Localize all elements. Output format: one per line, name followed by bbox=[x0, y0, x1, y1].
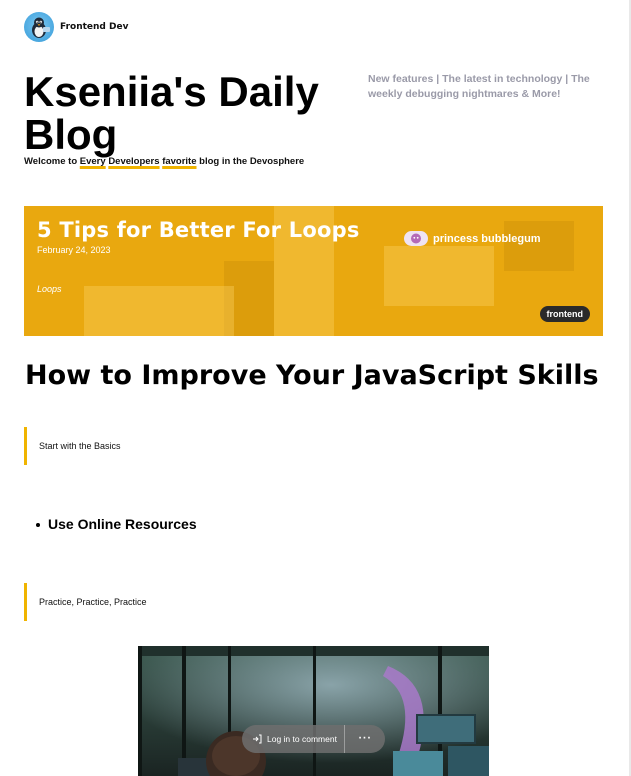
welcome-part: blog in the Devosphere bbox=[196, 156, 305, 167]
blog-tagline: New features | The latest in technology … bbox=[368, 73, 590, 100]
blockquote-text: Start with the Basics bbox=[39, 441, 121, 451]
blockquote-start-basics: Start with the Basics bbox=[24, 427, 427, 465]
welcome-text: Welcome to Every Developers favorite blo… bbox=[24, 156, 304, 167]
login-label: Log in to comment bbox=[267, 734, 337, 744]
login-icon bbox=[253, 734, 262, 744]
welcome-highlight-developers: Developers bbox=[108, 156, 160, 167]
featured-post-card[interactable]: 5 Tips for Better For Loops February 24,… bbox=[24, 206, 603, 336]
article-image bbox=[138, 646, 489, 776]
penguin-icon bbox=[24, 12, 54, 42]
welcome-part: Welcome to bbox=[24, 156, 80, 167]
author-avatar-icon bbox=[404, 231, 428, 246]
list-item-text: Use Online Resources bbox=[48, 516, 197, 532]
featured-post-date: February 24, 2023 bbox=[37, 245, 111, 255]
card-background-shape bbox=[504, 221, 574, 271]
brand-name: Frontend Dev bbox=[60, 22, 129, 32]
list-item: Use Online Resources bbox=[36, 516, 197, 532]
welcome-highlight-favorite: favorite bbox=[162, 156, 197, 167]
featured-post-category[interactable]: Loops bbox=[37, 284, 62, 294]
blockquote-text: Practice, Practice, Practice bbox=[39, 597, 147, 607]
blockquote-practice: Practice, Practice, Practice bbox=[24, 583, 427, 621]
bullet-icon bbox=[36, 523, 40, 527]
login-to-comment-button[interactable]: Log in to comment bbox=[242, 725, 345, 753]
featured-post-author[interactable]: princess bubblegum bbox=[404, 231, 541, 246]
card-background-shape bbox=[84, 286, 234, 336]
blog-title: Kseniia's Daily Blog bbox=[24, 68, 319, 158]
card-background-shape bbox=[384, 246, 494, 306]
welcome-highlight-every: Every bbox=[79, 156, 106, 167]
tag-badge-frontend[interactable]: frontend bbox=[539, 306, 590, 322]
more-options-button[interactable]: ··· bbox=[345, 734, 385, 744]
featured-post-title[interactable]: 5 Tips for Better For Loops bbox=[37, 218, 360, 242]
article-title: How to Improve Your JavaScript Skills bbox=[25, 360, 599, 391]
brand-header[interactable]: Frontend Dev bbox=[24, 12, 128, 42]
comment-toolbar: Log in to comment ··· bbox=[242, 725, 385, 753]
page: Frontend Dev Kseniia's Daily Blog New fe… bbox=[0, 0, 631, 776]
author-name: princess bubblegum bbox=[433, 232, 541, 245]
